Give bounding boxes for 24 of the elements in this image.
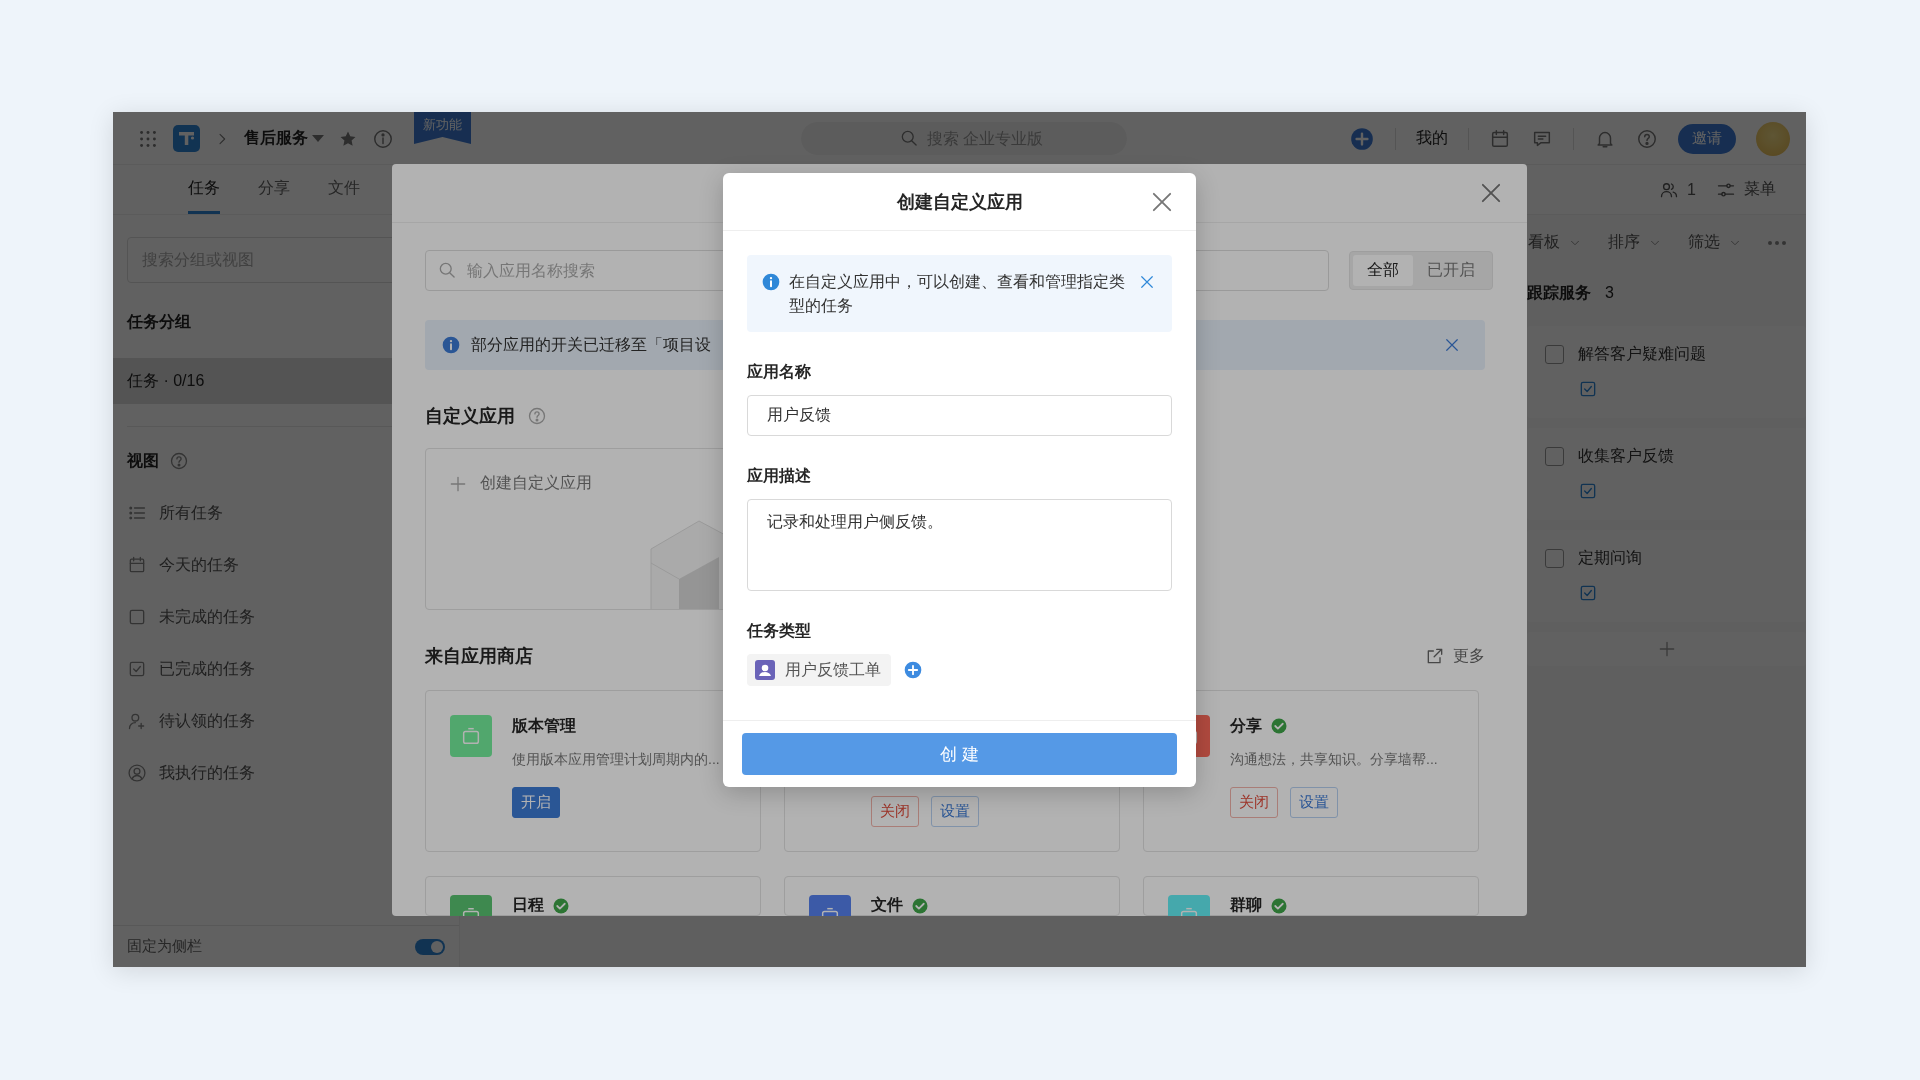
task-title: 定期问询	[1578, 548, 1642, 568]
pin-label: 固定为侧栏	[127, 937, 202, 956]
field-label: 应用名称	[747, 362, 812, 382]
app-name: 分享	[1230, 715, 1262, 736]
task-title: 解答客户疑难问题	[1578, 344, 1706, 364]
app-name: 日程	[512, 895, 544, 915]
dialog-title: 创建自定义应用	[896, 190, 1023, 214]
task-title: 收集客户反馈	[1578, 446, 1674, 466]
section-title: 任务分组	[127, 312, 191, 332]
app-name: 文件	[871, 895, 903, 915]
field-label: 任务类型	[747, 621, 812, 641]
app-name: 群聊	[1230, 895, 1262, 915]
column-title: 跟踪服务	[1527, 282, 1591, 303]
app-description: 使用版本应用管理计划周期内的...	[512, 751, 721, 769]
info-text: 在自定义应用中，可以创建、查看和管理指定类型的任务	[789, 272, 1126, 316]
task-count: 3	[1605, 284, 1614, 302]
notice-text: 部分应用的开关已迁移至「项目设	[471, 334, 712, 355]
section-title: 视图	[127, 451, 159, 471]
field-label: 应用描述	[747, 466, 812, 486]
section-title: 自定义应用	[425, 405, 515, 428]
section-title: 来自应用商店	[425, 645, 533, 668]
app-description: 沟通想法，共享知识。分享墙帮...	[1230, 751, 1439, 769]
app-name: 版本管理	[512, 715, 576, 736]
tag-label: 用户反馈工单	[785, 659, 881, 680]
